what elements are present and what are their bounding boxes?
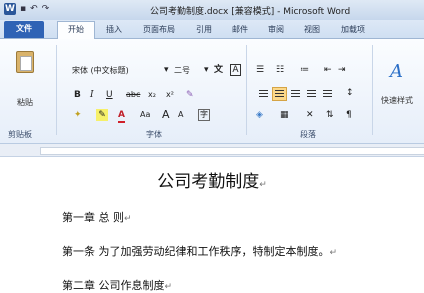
horizontal-ruler[interactable] bbox=[0, 144, 424, 157]
bullets-icon[interactable]: ☰ bbox=[256, 64, 264, 76]
tab-view[interactable]: 视图 bbox=[298, 22, 326, 38]
enclosed-character-icon[interactable]: 字 bbox=[198, 109, 210, 121]
window-title: 公司考勤制度.docx [兼容模式] - Microsoft Word bbox=[150, 7, 351, 17]
align-right-button[interactable] bbox=[288, 87, 303, 101]
show-marks-icon[interactable]: ¶ bbox=[346, 109, 352, 121]
underline-button[interactable]: U bbox=[106, 89, 113, 101]
character-border-icon[interactable]: A bbox=[230, 64, 241, 76]
subscript-button[interactable]: x₂ bbox=[148, 89, 156, 101]
word-window: W ▪ ↶ ↷ 公司考勤制度.docx [兼容模式] - Microsoft W… bbox=[0, 0, 424, 293]
font-group-label: 字体 bbox=[146, 130, 162, 139]
paragraph: 第一章 总 则↵ bbox=[62, 211, 132, 224]
paragraph-mark: ↵ bbox=[164, 282, 173, 292]
separator bbox=[246, 45, 247, 135]
paragraph: 第二章 公司作息制度↵ bbox=[62, 279, 173, 292]
tab-addins[interactable]: 加载项 bbox=[334, 22, 372, 38]
sort-icon[interactable]: ⇅ bbox=[326, 109, 334, 121]
align-left-button[interactable] bbox=[256, 87, 271, 101]
italic-button[interactable]: I bbox=[90, 89, 94, 101]
distributed-button[interactable] bbox=[320, 87, 335, 101]
tab-home[interactable]: 开始 bbox=[57, 21, 95, 39]
clipboard-group-label: 剪贴板 bbox=[8, 130, 32, 139]
tab-references[interactable]: 引用 bbox=[190, 22, 218, 38]
paste-label: 粘贴 bbox=[17, 98, 33, 107]
line-spacing-icon[interactable]: ↕ bbox=[346, 87, 354, 99]
superscript-button[interactable]: x² bbox=[166, 89, 174, 101]
highlight-icon[interactable]: ✎ bbox=[96, 109, 108, 121]
shading-icon[interactable]: ◈ bbox=[256, 109, 263, 121]
multilevel-list-icon[interactable]: ≔ bbox=[300, 64, 309, 76]
paragraph-mark: ↵ bbox=[329, 248, 338, 258]
separator bbox=[56, 45, 57, 135]
increase-indent-icon[interactable]: ⇥ bbox=[338, 64, 346, 76]
tab-mailings[interactable]: 邮件 bbox=[226, 22, 254, 38]
paste-icon[interactable] bbox=[14, 47, 34, 73]
clear-format-icon[interactable]: ✎ bbox=[186, 89, 194, 101]
quick-access-toolbar: W ▪ ↶ ↷ bbox=[4, 3, 49, 15]
justify-button[interactable] bbox=[304, 87, 319, 101]
change-case-button[interactable]: Aa bbox=[140, 109, 150, 121]
undo-icon[interactable]: ↶ bbox=[30, 3, 38, 15]
grow-font-button[interactable]: A bbox=[162, 109, 170, 121]
separator bbox=[372, 45, 373, 135]
paragraph-mark: ↵ bbox=[124, 214, 132, 224]
ribbon-tabs: 文件 开始 插入 页面布局 引用 邮件 审阅 视图 加载项 bbox=[0, 20, 424, 39]
title-bar: W ▪ ↶ ↷ 公司考勤制度.docx [兼容模式] - Microsoft W… bbox=[0, 0, 424, 21]
bold-button[interactable]: B bbox=[74, 89, 81, 101]
chevron-down-icon[interactable]: ▾ bbox=[164, 64, 169, 76]
chevron-down-icon[interactable]: ▾ bbox=[204, 64, 209, 76]
quick-styles-label[interactable]: 快速样式 bbox=[381, 95, 413, 106]
tab-file[interactable]: 文件 bbox=[4, 21, 44, 38]
word-logo-icon: W bbox=[4, 3, 16, 15]
quick-styles-icon[interactable]: A bbox=[390, 61, 403, 82]
strikethrough-button[interactable]: abc bbox=[126, 89, 140, 101]
align-center-button[interactable] bbox=[272, 87, 287, 101]
save-icon[interactable]: ▪ bbox=[20, 3, 26, 15]
ribbon: 粘贴 剪贴板 宋体 (中文标题) ▾ 二号 ▾ 文 A B I U abc x₂… bbox=[0, 39, 424, 144]
decrease-indent-icon[interactable]: ⇤ bbox=[324, 64, 332, 76]
font-size-combo[interactable]: 二号 bbox=[174, 64, 204, 77]
document-title: 公司考勤制度↵ bbox=[157, 172, 267, 192]
numbering-icon[interactable]: ☷ bbox=[276, 64, 284, 76]
tab-review[interactable]: 审阅 bbox=[262, 22, 290, 38]
paragraph: 第一条 为了加强劳动纪律和工作秩序，特制定本制度。↵ bbox=[62, 245, 338, 258]
borders-icon[interactable]: ▦ bbox=[280, 109, 289, 121]
text-effect-icon[interactable]: ✦ bbox=[74, 109, 82, 121]
asian-layout-icon[interactable]: ✕ bbox=[306, 109, 314, 121]
phonetic-guide-icon[interactable]: 文 bbox=[214, 64, 223, 76]
tab-page-layout[interactable]: 页面布局 bbox=[136, 22, 182, 38]
font-name-combo[interactable]: 宋体 (中文标题) bbox=[70, 64, 164, 77]
redo-icon[interactable]: ↷ bbox=[42, 3, 50, 15]
paragraph-mark: ↵ bbox=[259, 180, 267, 190]
shrink-font-button[interactable]: A bbox=[178, 109, 183, 121]
tab-insert[interactable]: 插入 bbox=[100, 22, 128, 38]
paragraph-group-label: 段落 bbox=[300, 130, 316, 139]
document-page[interactable]: 公司考勤制度↵ 第一章 总 则↵ 第一条 为了加强劳动纪律和工作秩序，特制定本制… bbox=[0, 157, 424, 293]
font-color-button[interactable]: A bbox=[118, 109, 125, 123]
